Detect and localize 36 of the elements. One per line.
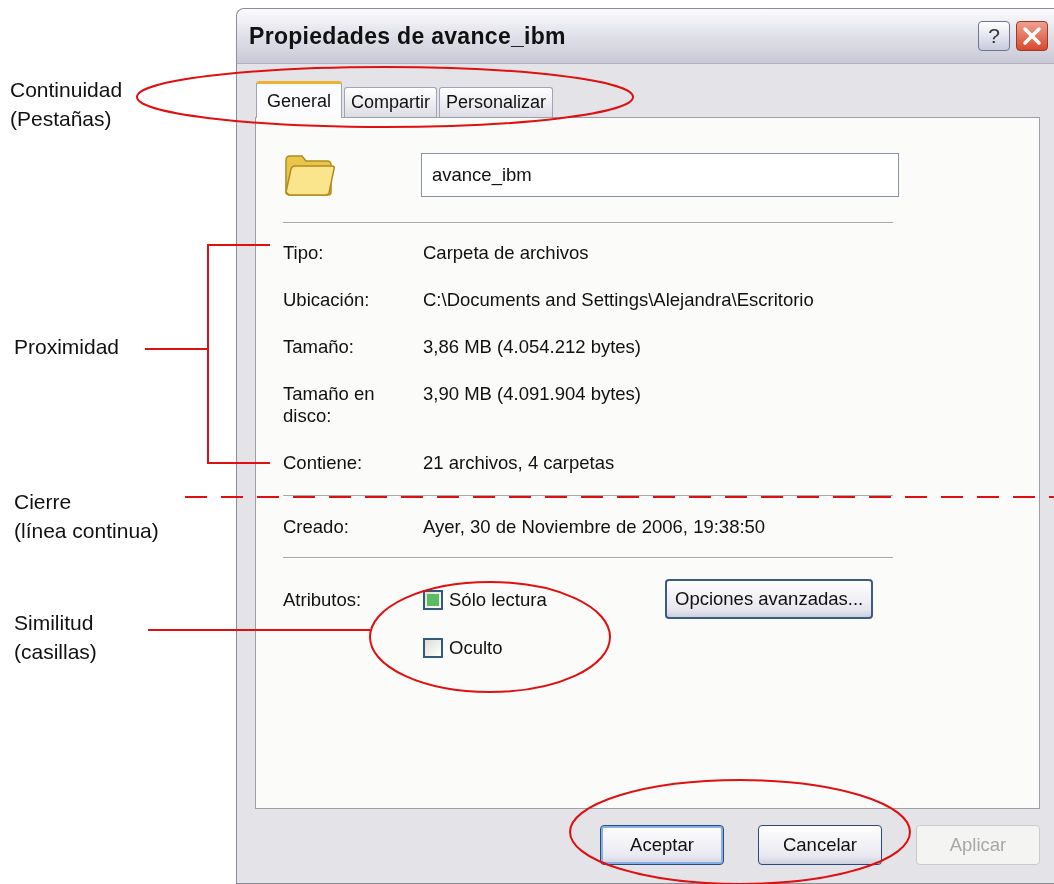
help-button[interactable]: ? [978,21,1010,51]
annotation-label: Continuidad [10,77,123,103]
annotation-label: (casillas) [14,639,97,665]
field-label: Tamaño: [283,336,355,358]
field-label: Tipo: [283,242,325,264]
annotation-label: (Pestañas) [10,106,113,132]
annotation-label: Cierre [14,489,73,515]
name-field[interactable]: avance_ibm [421,153,899,197]
annotation-label: Proximidad [14,334,120,360]
field-value: 21 archivos, 4 carpetas [423,452,615,473]
field-value: Ayer, 30 de Noviembre de 2006, 19:38:50 [423,516,766,537]
checkbox[interactable] [423,638,443,658]
tab[interactable]: General [256,81,343,118]
annotation-label: (línea continua) [14,518,159,544]
field-label: Creado: [283,516,350,538]
checkbox[interactable] [423,590,443,610]
tab[interactable]: Personalizar [439,87,554,117]
field-label: Ubicación: [283,289,371,311]
close-icon [1022,26,1042,46]
field-value: Carpeta de archivos [423,242,589,263]
advanced-options-button[interactable]: Opciones avanzadas... [665,579,874,619]
checkbox-option[interactable]: Oculto [423,636,665,660]
checkbox-option[interactable]: Sólo lectura [423,588,665,612]
window-title: Propiedades de avance_ibm [249,22,567,50]
field-label: Tamaño en disco: [283,383,376,427]
field-label: Atributos: [283,588,363,612]
annotation-label: Similitud [14,610,95,636]
field-value: 3,86 MB (4.054.212 bytes) [423,336,642,357]
field-value: 3,90 MB (4.091.904 bytes) [423,383,642,404]
field-label: Contiene: [283,452,364,474]
dialog-button[interactable]: Aceptar [600,825,724,865]
dialog-button[interactable]: Cancelar [758,825,882,865]
tab[interactable]: Compartir [344,87,438,117]
folder-icon [283,152,335,198]
close-button[interactable] [1016,21,1048,51]
field-value: C:\Documents and Settings\Alejandra\Escritorio [423,289,814,310]
